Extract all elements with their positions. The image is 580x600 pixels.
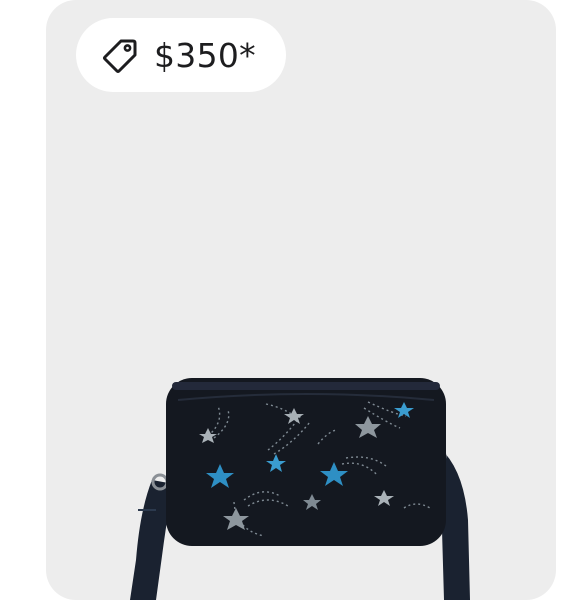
price-badge: $350* [76, 18, 286, 92]
product-card[interactable]: $350* [46, 0, 556, 600]
crossbody-bag-image[interactable] [116, 360, 496, 600]
tag-icon [102, 37, 138, 73]
price-label: $350* [154, 35, 256, 75]
